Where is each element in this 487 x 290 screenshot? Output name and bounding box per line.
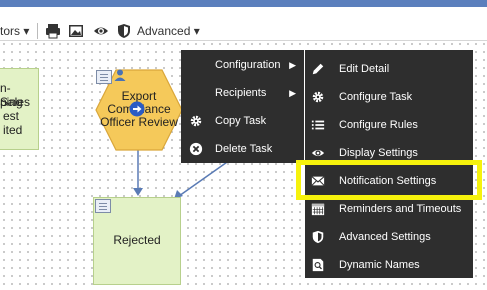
submenu-item-label: Dynamic Names [339, 259, 420, 271]
submenu-item-label: Configure Task [339, 91, 413, 103]
pencil-icon [312, 63, 324, 75]
menu-item-label: Copy Task [215, 115, 267, 127]
partial-node-label-2: ping [0, 95, 23, 109]
menu-item-label: Configuration [215, 59, 281, 71]
menu-item-label: Delete Task [215, 143, 273, 155]
chevron-right-icon: ▶ [289, 88, 296, 98]
connector-arrowhead [133, 188, 143, 196]
eye-icon [311, 149, 325, 157]
submenu-item-configure-task[interactable]: Configure Task [305, 83, 473, 111]
connect-arrow-icon[interactable] [129, 101, 145, 117]
menu-item-configuration[interactable]: Configuration ▶ [181, 51, 304, 79]
menu-item-copy-task[interactable]: Copy Task [181, 107, 304, 135]
submenu-item-label: Advanced Settings [339, 231, 431, 243]
menu-item-label: Recipients [215, 87, 267, 99]
list-icon [311, 120, 325, 130]
chevron-right-icon: ▶ [289, 60, 296, 70]
submenu-item-advanced-settings[interactable]: Advanced Settings [305, 223, 473, 251]
calendar-icon [311, 203, 325, 216]
search-doc-icon [312, 258, 324, 272]
menu-item-recipients[interactable]: Recipients ▶ [181, 79, 304, 107]
context-menu: Configuration ▶ Recipients ▶ Copy Task D… [181, 50, 304, 163]
task-label-line-3: Officer Review [100, 115, 178, 129]
partial-node-label-3: est [3, 109, 20, 123]
submenu-item-label: Configure Rules [339, 119, 418, 131]
task-list-icon [95, 199, 111, 213]
submenu-item-configure-rules[interactable]: Configure Rules [305, 111, 473, 139]
task-list-icon [96, 70, 112, 84]
shield-icon [312, 230, 324, 244]
rejected-node-label: Rejected [113, 233, 161, 247]
close-circle-icon [189, 142, 203, 156]
submenu-item-edit-detail[interactable]: Edit Detail [305, 55, 473, 83]
gear-icon [190, 115, 202, 127]
connector-line [178, 159, 231, 197]
menu-item-delete-task[interactable]: Delete Task [181, 135, 304, 163]
user-icon [114, 69, 126, 81]
partial-node-label-4: ited [3, 123, 23, 137]
submenu-item-label: Edit Detail [339, 63, 390, 75]
submenu-item-dynamic-names[interactable]: Dynamic Names [305, 251, 473, 279]
notification-settings-highlight [296, 160, 482, 200]
gear-icon [312, 91, 324, 103]
